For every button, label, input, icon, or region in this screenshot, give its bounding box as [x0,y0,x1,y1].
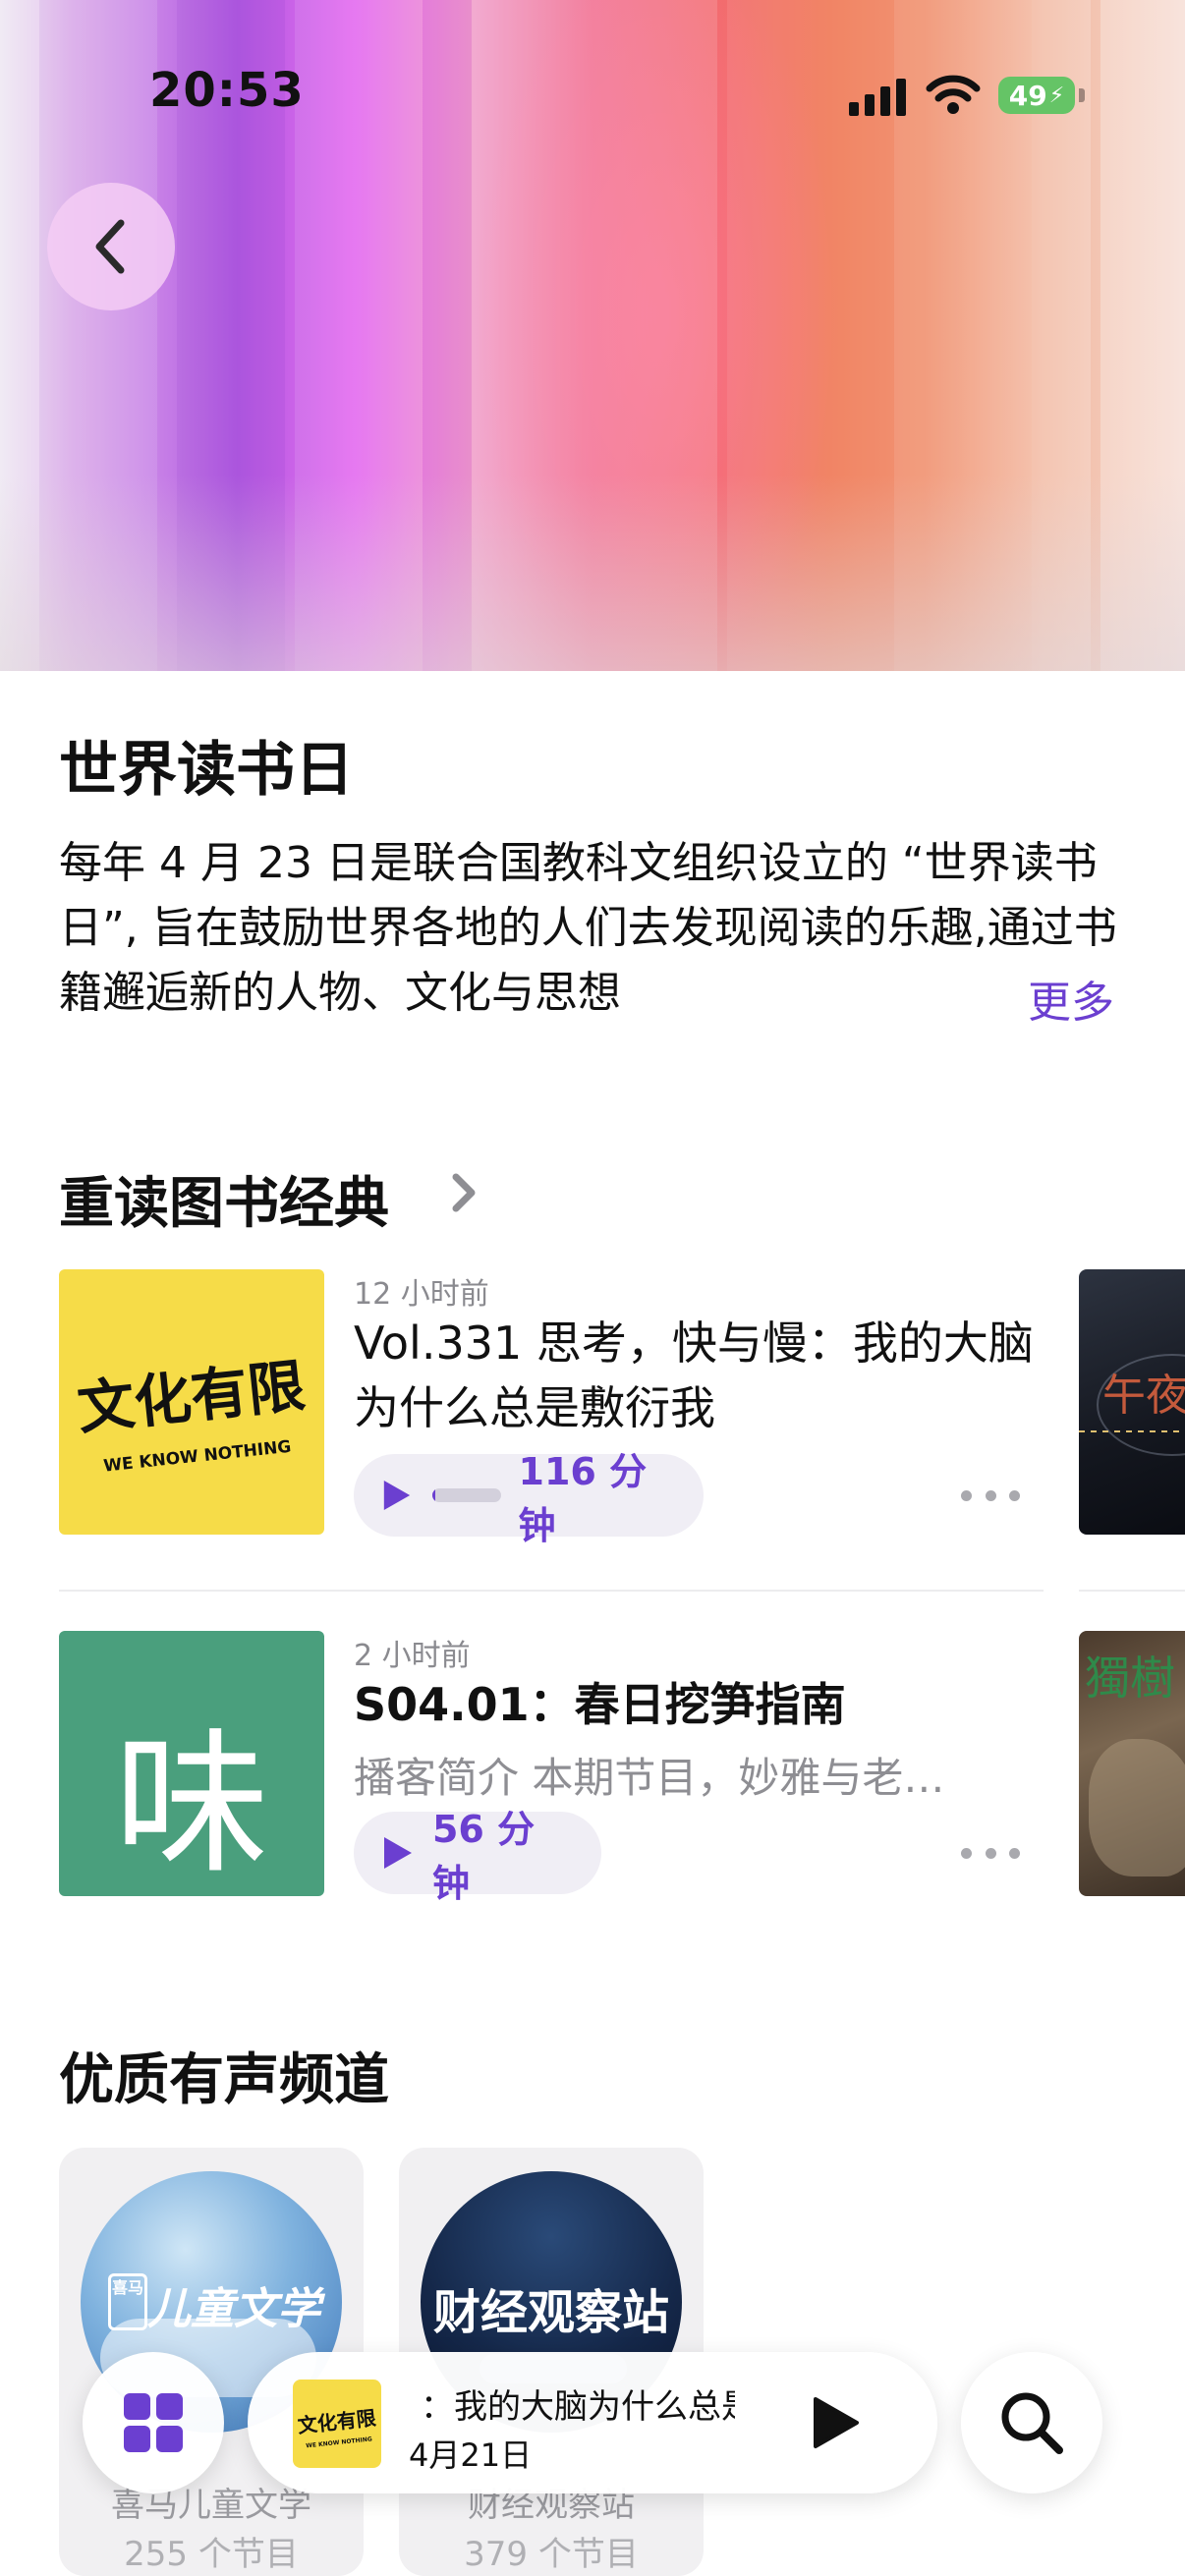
chevron-right-icon[interactable] [448,1171,478,1214]
episode-cover-partial[interactable]: 午夜 [1079,1269,1185,1535]
battery-icon: 49 ⚡ [998,77,1075,114]
grid-icon [124,2393,183,2452]
search-icon [1001,2392,1063,2454]
episode-title: S04.01：春日挖笋指南 [354,1678,846,1731]
chevron-left-icon [95,219,125,274]
play-icon [383,1480,411,1511]
section-title-classics[interactable]: 重读图书经典 [59,1159,389,1239]
mini-player-date: 4月21日 [409,2436,533,2474]
mini-player-cover: 文化有限 WE KNOW NOTHING [293,2380,381,2468]
cellular-signal-icon [849,77,908,116]
back-button[interactable] [47,183,175,310]
episode-cover[interactable]: 文化有限 WE KNOW NOTHING [59,1269,324,1535]
episode-summary: 播客简介 本期节目，妙雅与老… [354,1754,945,1802]
mini-player-title: ：我的大脑为什么总是 [421,2387,735,2427]
play-pill-button[interactable]: 116 分钟 [354,1450,704,1547]
episode-item[interactable]: 味 2 小时前 S04.01：春日挖笋指南 播客简介 本期节目，妙雅与老… 56… [59,1631,1051,1905]
episode-title: Vol.331 思考，快与慢：我的大脑为什么总是敷衍我 [354,1316,1034,1434]
cover-logo-text: 文化有限 [75,1352,309,1442]
episode-duration: 116 分钟 [518,1450,648,1547]
episode-cover-partial[interactable]: 獨樹 [1079,1631,1185,1896]
page-title: 世界读书日 [59,736,354,805]
wifi-icon [926,75,981,114]
channel-count: 255 个节目 [124,2535,299,2574]
episode-cover[interactable]: 味 [59,1631,324,1896]
play-icon[interactable] [808,2395,863,2450]
apps-grid-button[interactable] [83,2352,224,2493]
episode-duration: 56 分钟 [431,1808,536,1905]
search-button[interactable] [961,2352,1102,2493]
channel-count: 379 个节目 [464,2535,639,2574]
more-options-icon[interactable] [961,1843,1020,1863]
more-link[interactable]: 更多 [1028,967,1114,1030]
play-pill-button[interactable]: 56 分钟 [354,1808,601,1905]
svg-text:WE KNOW NOTHING: WE KNOW NOTHING [306,2436,372,2449]
status-bar: 20:53 49 ⚡ [0,0,1185,196]
section-title-channels: 优质有声频道 [59,2048,389,2112]
more-options-icon[interactable] [961,1485,1020,1505]
mini-player[interactable]: 文化有限 WE KNOW NOTHING ：我的大脑为什么总是 4月21日 [248,2352,937,2493]
episode-item[interactable]: 文化有限 WE KNOW NOTHING 12 小时前 Vol.331 思考，快… [59,1269,1051,1547]
status-time: 20:53 [149,63,305,118]
play-icon [383,1837,412,1869]
progress-bar [431,1488,501,1502]
svg-text:WE KNOW NOTHING: WE KNOW NOTHING [102,1437,292,1477]
svg-text:文化有限: 文化有限 [297,2406,377,2437]
episode-time: 2 小时前 [354,1639,471,1673]
episode-time: 12 小时前 [354,1277,489,1312]
